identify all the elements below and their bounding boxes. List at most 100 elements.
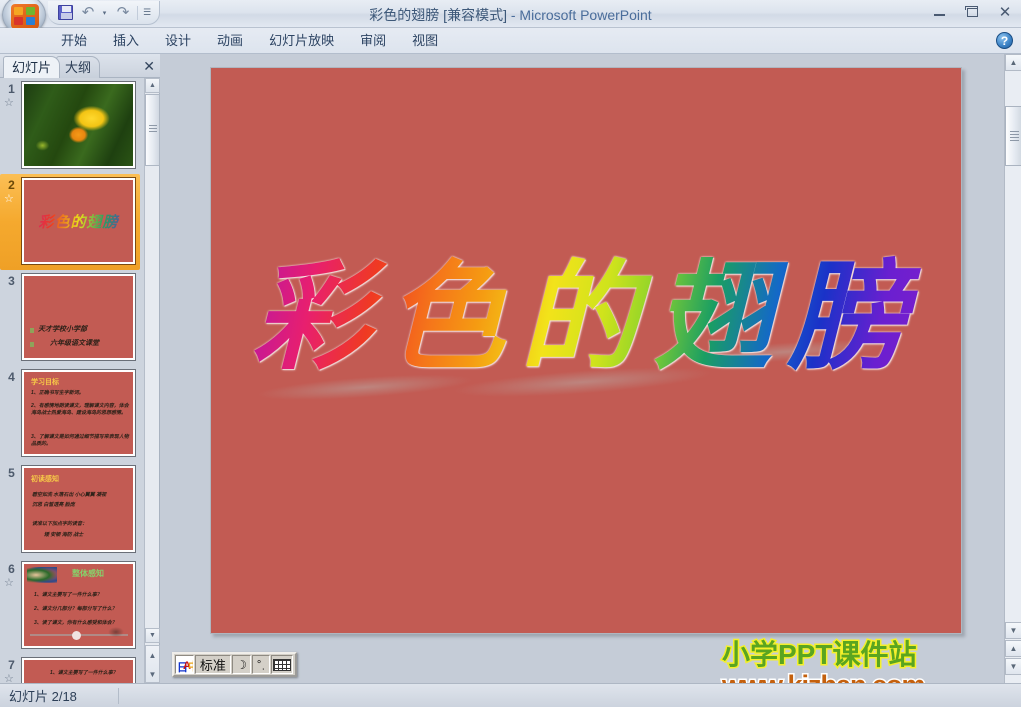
grip-icon — [149, 125, 157, 133]
window-title-app: Microsoft PowerPoint — [519, 7, 652, 23]
title-bar: ↶ ▾ ↷ ☰ 彩色的翅膀 [兼容模式] - Microsoft PowerPo… — [0, 0, 1021, 35]
status-bar: 幻灯片 2/18 — [0, 683, 1021, 707]
thumbnail-line: 2、有感情地朗读课文，理解课文内容，体会海岛战士热爱海岛、建设海岛的思想感情。 — [31, 403, 129, 416]
tab-design[interactable]: 设计 — [152, 29, 204, 53]
thumbnail-image: 整体感知 1、课文主要写了一件什么事？ 2、课文分几部分？每部分写了什么？ 3、… — [21, 561, 136, 649]
thumbnail-image: 天才学校小学部 六年级语文课堂 — [21, 273, 136, 361]
restore-icon — [964, 5, 978, 17]
thumbnail-clipart — [27, 567, 57, 583]
thumbnail-image: 1、课文主要写了一件什么事？ — [21, 657, 136, 683]
panel-tab-slides[interactable]: 幻灯片 — [3, 56, 61, 78]
animation-star-icon: ☆ — [4, 193, 14, 205]
thumbnail-line: 1、正确书写生字新词。 — [31, 390, 84, 396]
slide-number: 1 — [8, 82, 15, 96]
thumbnail-line: 1、课文主要写了一件什么事？ — [50, 670, 118, 676]
thumbnail-title: 初读感知 — [31, 476, 59, 483]
thumbnail-nav-buttons[interactable]: ▲ ▼ — [145, 645, 160, 683]
window-title-separator: - — [506, 7, 520, 23]
slide-counter: 幻灯片 2/18 — [9, 689, 77, 704]
thumbnail-slide-1[interactable]: 1 ☆ — [0, 78, 145, 174]
panel-close-icon[interactable]: ✕ — [143, 58, 155, 75]
ime-mode-button[interactable]: 标准 — [194, 655, 232, 674]
tab-view[interactable]: 视图 — [399, 29, 451, 53]
tab-insert[interactable]: 插入 — [100, 29, 152, 53]
ime-logo-icon[interactable]: 日A中 — [175, 655, 194, 674]
animation-star-icon: ☆ — [4, 673, 14, 683]
ribbon-tabs: 开始 插入 设计 动画 幻灯片放映 审阅 视图 — [48, 28, 451, 54]
thumbnail-line: 矮 安顿 海防 战士 — [44, 532, 84, 538]
close-button[interactable]: ✕ — [993, 2, 1017, 22]
next-slide-button[interactable]: ▼ — [1005, 658, 1021, 675]
punctuation-icon[interactable]: °ˌ — [251, 655, 271, 674]
scroll-down-button[interactable]: ▼ — [1005, 622, 1021, 639]
slide-number: 6 — [8, 562, 15, 576]
ime-toolbar[interactable]: 日A中 标准 ☽ °ˌ — [172, 652, 297, 677]
powerpoint-window: ↶ ▾ ↷ ☰ 彩色的翅膀 [兼容模式] - Microsoft PowerPo… — [0, 0, 1021, 707]
thumbnail-list[interactable]: 1 ☆ 2 ☆ 彩色的翅膀 3 天才学校小学部 六年级语文课堂 4 学习目标 1… — [0, 78, 145, 683]
thumbnail-line: 天才学校小学部 — [38, 326, 87, 333]
minimize-icon — [933, 14, 945, 16]
thumbnail-scroll-down-button[interactable]: ▼ — [145, 628, 160, 643]
flower-photo — [24, 84, 133, 166]
thumbnail-wordart: 彩色的翅膀 — [24, 211, 133, 232]
scrollbar-thumb[interactable] — [1005, 106, 1021, 166]
thumbnail-line: 沉思 白皙透亮 脸庞 — [32, 502, 75, 508]
tab-home[interactable]: 开始 — [48, 29, 100, 53]
thumbnail-slide-4[interactable]: 4 学习目标 1、正确书写生字新词。 2、有感情地朗读课文，理解课文内容，体会海… — [0, 366, 145, 462]
slide-number: 2 — [8, 178, 15, 192]
thumbnail-image: 彩色的翅膀 — [21, 177, 136, 265]
thumbnail-slide-6[interactable]: 6 ☆ 整体感知 1、课文主要写了一件什么事？ 2、课文分几部分？每部分写了什么… — [0, 558, 145, 654]
animation-star-icon: ☆ — [4, 97, 14, 109]
thumbnail-line: 六年级语文课堂 — [50, 340, 99, 347]
thumbnail-image: 学习目标 1、正确书写生字新词。 2、有感情地朗读课文，理解课文内容，体会海岛战… — [21, 369, 136, 457]
thumbnail-image: 初读感知 碧空如洗 水落石出 小心翼翼 凝视 沉思 白皙透亮 脸庞 读准以下加点… — [21, 465, 136, 553]
thumbnail-line: 读准以下加点字的读音： — [32, 521, 88, 527]
panel-tab-bar: 幻灯片 大纲 ✕ — [0, 54, 160, 78]
keyboard-icon[interactable] — [271, 655, 294, 674]
slide-canvas[interactable]: 彩色的翅膀 — [210, 67, 962, 634]
slide-scrollbar[interactable]: ▲ ▼ ▲ ▼ — [1004, 54, 1021, 683]
slides-panel: 幻灯片 大纲 ✕ 1 ☆ 2 ☆ 彩色的翅膀 3 天才学校小学部 六年级语文课堂… — [0, 54, 160, 683]
slide-number: 3 — [8, 274, 15, 288]
slide-number: 4 — [8, 370, 15, 384]
panel-tab-outline[interactable]: 大纲 — [56, 56, 101, 78]
thumbnail-scroll-up-button[interactable]: ▲ — [145, 78, 160, 93]
slide-number: 7 — [8, 658, 15, 672]
thumbnail-line: 1、课文主要写了一件什么事？ — [34, 592, 102, 598]
thumbnail-scrollbar-thumb[interactable] — [145, 94, 160, 166]
thumbnail-scrollbar[interactable]: ▲ ▼ ▲ ▼ — [144, 78, 160, 683]
thumbnail-image — [21, 81, 136, 169]
thumbnail-slide-3[interactable]: 3 天才学校小学部 六年级语文课堂 — [0, 270, 145, 366]
thumbnail-line: 3、了解课文是如何通过细节描写来表现人物品质的。 — [31, 434, 129, 447]
thumbnail-slide-5[interactable]: 5 初读感知 碧空如洗 水落石出 小心翼翼 凝视 沉思 白皙透亮 脸庞 读准以下… — [0, 462, 145, 558]
grip-icon — [1010, 131, 1019, 141]
wordart-placeholder[interactable]: 彩色的翅膀 — [211, 243, 963, 453]
close-icon: ✕ — [998, 3, 1012, 21]
thumbnail-slide-2[interactable]: 2 ☆ 彩色的翅膀 — [0, 174, 145, 270]
restore-button[interactable] — [960, 2, 984, 22]
window-title-document: 彩色的翅膀 [兼容模式] — [369, 7, 507, 23]
previous-slide-button[interactable]: ▲ — [146, 646, 159, 665]
help-icon[interactable]: ? — [996, 32, 1013, 49]
minimize-button[interactable] — [927, 2, 951, 22]
thumbnail-slide-7[interactable]: 7 ☆ 1、课文主要写了一件什么事？ — [0, 654, 145, 683]
ribbon-tab-bar: 开始 插入 设计 动画 幻灯片放映 审阅 视图 ? — [0, 28, 1021, 54]
tab-animations[interactable]: 动画 — [204, 29, 256, 53]
thumbnail-line: 碧空如洗 水落石出 小心翼翼 凝视 — [32, 492, 107, 498]
window-controls: ✕ — [927, 2, 1017, 22]
next-slide-button[interactable]: ▼ — [146, 665, 159, 684]
moon-icon[interactable]: ☽ — [232, 655, 251, 674]
slide-edit-area[interactable]: 彩色的翅膀 ▲ ▼ ▲ ▼ — [160, 54, 1021, 683]
tab-review[interactable]: 审阅 — [347, 29, 399, 53]
current-slide[interactable]: 彩色的翅膀 — [210, 67, 962, 634]
slide-number: 5 — [8, 466, 15, 480]
previous-slide-button[interactable]: ▲ — [1005, 640, 1021, 657]
slide-title-wordart[interactable]: 彩色的翅膀 — [211, 243, 963, 391]
tab-slideshow[interactable]: 幻灯片放映 — [256, 29, 347, 53]
window-title: 彩色的翅膀 [兼容模式] - Microsoft PowerPoint — [0, 5, 1021, 25]
scroll-up-button[interactable]: ▲ — [1005, 54, 1021, 71]
animation-star-icon: ☆ — [4, 577, 14, 589]
thumbnail-title: 整体感知 — [72, 569, 104, 578]
thumbnail-line: 2、课文分几部分？每部分写了什么？ — [34, 606, 117, 612]
thumbnail-title: 学习目标 — [31, 379, 59, 386]
